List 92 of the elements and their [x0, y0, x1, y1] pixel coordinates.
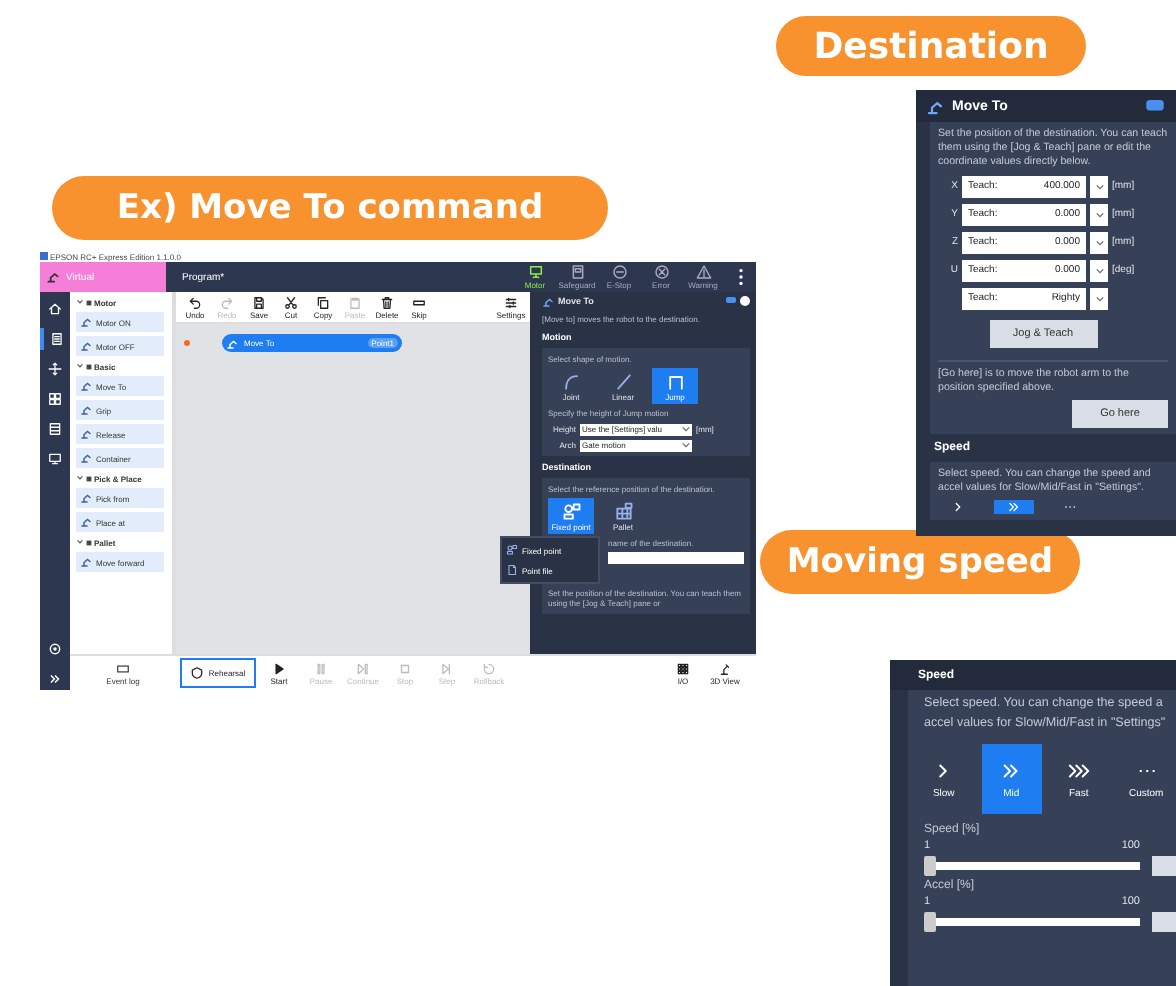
redo-icon [220, 295, 234, 309]
callout-label: Ex) Move To command [52, 176, 608, 240]
dropdown-button[interactable] [1090, 259, 1108, 281]
robot-arm-icon [80, 452, 92, 464]
slider-track[interactable] [924, 912, 1140, 932]
app-logo-icon [40, 252, 48, 260]
robot-arm-icon [80, 340, 92, 352]
sliders-icon [504, 295, 518, 309]
category-icon [86, 475, 92, 481]
robot-arm-icon [80, 428, 92, 440]
double-chevron-icon [1006, 500, 1022, 514]
shield-icon [190, 666, 205, 680]
chevron-icon [76, 298, 84, 306]
triple-chevron-icon [1067, 759, 1090, 781]
gear-icon [48, 642, 62, 656]
robot-arm-icon [718, 661, 732, 675]
dropdown-button[interactable] [1090, 203, 1108, 225]
undo-icon [188, 295, 202, 309]
category-icon [86, 299, 92, 305]
caret-icon [1095, 295, 1103, 301]
slider-thumb[interactable] [924, 912, 936, 932]
robot-arm-icon [542, 295, 554, 307]
dropdown-button[interactable] [1090, 175, 1108, 197]
step-icon [440, 661, 454, 675]
diagonal-line-icon [613, 371, 633, 391]
value-field[interactable] [1152, 912, 1176, 932]
caret-icon [682, 426, 690, 432]
fixed-point-icon [561, 501, 581, 521]
panel-icon [569, 264, 585, 280]
continue-icon [356, 661, 370, 675]
chat-icon[interactable] [726, 296, 736, 306]
value-field[interactable] [1152, 856, 1176, 876]
floppy-icon [252, 295, 266, 309]
rollback-icon [482, 661, 496, 675]
monitor-icon [48, 452, 62, 466]
chevron-icon [76, 474, 84, 482]
grid-icon [48, 392, 62, 406]
caret-icon [1095, 211, 1103, 217]
slider-thumb[interactable] [924, 856, 936, 876]
stop-icon [398, 661, 412, 675]
stop-sign-icon [611, 264, 627, 280]
robot-arm-icon [226, 337, 238, 349]
callout-label: Destination [776, 16, 1086, 76]
caret-icon [1095, 267, 1103, 273]
dots-icon [1062, 500, 1078, 514]
clipboard-icon [348, 295, 362, 309]
caret-icon [1095, 183, 1103, 189]
name-input-field[interactable] [608, 552, 744, 564]
pallet-icon [613, 501, 633, 521]
pause-icon [314, 661, 328, 675]
robot-arm-icon [80, 516, 92, 528]
fixed-point-icon [506, 544, 518, 556]
document-icon [50, 332, 64, 346]
grid-icon [676, 661, 690, 675]
play-icon [272, 661, 286, 675]
chevron-icon [76, 362, 84, 370]
more-icon[interactable] [738, 268, 744, 286]
warning-icon [695, 264, 711, 280]
robot-arm-icon [926, 97, 944, 115]
robot-arm-icon [80, 492, 92, 504]
dropdown-button[interactable] [1090, 231, 1108, 253]
status-dot [184, 340, 190, 346]
monitor-icon [527, 264, 543, 280]
jump-path-icon [665, 371, 685, 391]
double-chevron-icon [1000, 759, 1023, 781]
arc-path-icon [561, 371, 581, 391]
callout-label: Moving speed [760, 530, 1080, 594]
home-icon [48, 302, 62, 316]
speed-option[interactable] [994, 500, 1034, 514]
category-icon [86, 363, 92, 369]
chat-icon[interactable] [1146, 99, 1164, 113]
move-icon [48, 362, 62, 376]
caret-icon [682, 442, 690, 448]
caret-icon [1095, 239, 1103, 245]
robot-arm-icon [80, 380, 92, 392]
chevron-icon [950, 500, 966, 514]
bar-icon [412, 295, 426, 309]
error-icon [653, 264, 669, 280]
robot-arm-icon [80, 556, 92, 568]
file-icon [506, 564, 518, 576]
slider-track[interactable] [924, 856, 1140, 876]
dropdown-button[interactable] [1090, 287, 1108, 309]
double-chevron-icon [48, 672, 62, 686]
category-icon [86, 539, 92, 545]
copy-icon [316, 295, 330, 309]
robot-arm-icon [46, 270, 60, 284]
robot-arm-icon [80, 404, 92, 416]
table-icon [48, 422, 62, 436]
trash-icon [380, 295, 394, 309]
chevron-icon [76, 538, 84, 546]
robot-arm-icon [80, 316, 92, 328]
scissors-icon [284, 295, 298, 309]
